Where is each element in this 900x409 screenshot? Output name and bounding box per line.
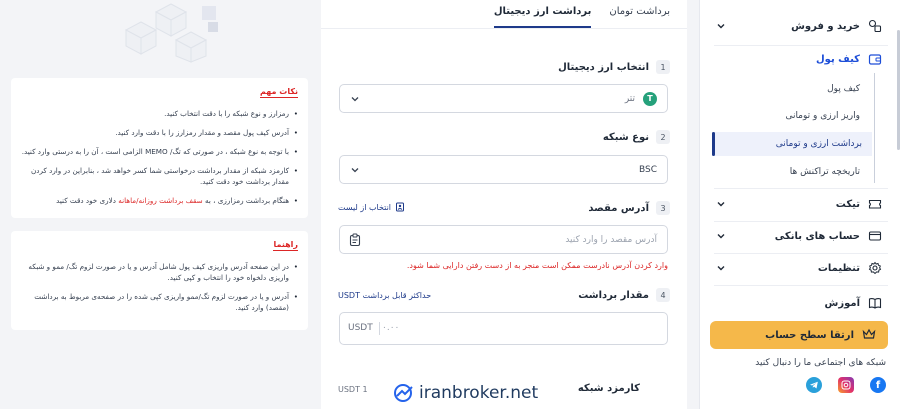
sidebar-item-bank-accounts[interactable]: حساب های بانکی (714, 223, 882, 249)
note-item: آدرس کیف پول مقصد و مقدار رمزارز را با د… (21, 127, 298, 138)
withdraw-form: برداشت تومان برداشت ارز دیجیتال 1 انتخاب… (321, 0, 687, 409)
network-fee-label: کارمزد شبکه (577, 383, 640, 394)
network-fee-value: USDT 1 (338, 385, 368, 394)
tab-divider (321, 28, 687, 29)
guide-item: آدرس و یا در صورت لزوم تگ/ممو واریزی کپی… (21, 291, 298, 313)
sidebar-divider (714, 188, 888, 189)
withdraw-tabs: برداشت تومان برداشت ارز دیجیتال (493, 0, 670, 28)
exchange-icon (868, 19, 882, 33)
sub-label: کیف پول (827, 84, 860, 94)
step-number: 2 (656, 130, 670, 144)
select-from-list-label: انتخاب از لیست (338, 202, 392, 212)
sidebar-item-settings[interactable]: تنظیمات (714, 255, 882, 281)
step-label: مقدار برداشت (578, 289, 649, 301)
step-destination-address: 3 آدرس مقصد (588, 201, 670, 215)
crown-icon (862, 327, 876, 344)
sidebar-item-wallet[interactable]: کیف پول (714, 46, 882, 72)
sidebar-sub-history[interactable]: تاریخچه تراکنش ها (712, 160, 870, 184)
paste-clipboard-icon[interactable] (348, 233, 362, 247)
social-title: شبکه های اجتماعی ما را دنبال کنید (755, 358, 886, 368)
tether-icon: T (643, 91, 657, 106)
note-item: رمزارز و نوع شبکه را با دقت انتخاب کنید. (21, 108, 298, 119)
guide-panel: راهنما در این صفحه آدرس واریزی کیف پول ش… (11, 231, 308, 330)
sub-label: برداشت ارزی و تومانی (775, 139, 862, 149)
chevron-down-icon (714, 19, 728, 33)
guide-title: راهنما (273, 240, 298, 251)
sidebar-divider (714, 253, 888, 254)
tab-withdraw-toman[interactable]: برداشت تومان (609, 0, 670, 28)
destination-address-input[interactable]: آدرس مقصد را وارد کنید (339, 225, 668, 254)
note-item: با توجه به نوع شبکه ، در صورتی که تگ/ ME… (21, 146, 298, 157)
sidebar-sub-wallet[interactable]: کیف پول (712, 77, 870, 101)
sidebar-item-ticket[interactable]: تیکت (714, 191, 882, 217)
bank-card-icon (868, 229, 882, 243)
sidebar-item-buy-sell[interactable]: خرید و فروش (714, 13, 882, 39)
chevron-down-icon (714, 229, 728, 243)
withdraw-amount-input[interactable]: ۰.۰۰ USDT (339, 312, 668, 345)
step-label: انتخاب ارز دیجیتال (558, 61, 649, 73)
watermark-text: iranbroker.net (419, 383, 539, 403)
telegram-icon[interactable] (806, 377, 822, 393)
upgrade-label: ارتقا سطح حساب (765, 329, 854, 341)
important-notes-panel: نکات مهم رمزارز و نوع شبکه را با دقت انت… (11, 78, 308, 218)
note-item: کارمزد شبکه از مقدار برداشت درخواستی شما… (21, 165, 298, 187)
sidebar-divider (714, 285, 888, 286)
trend-logo-icon (394, 384, 413, 402)
address-placeholder: آدرس مقصد را وارد کنید (565, 234, 657, 245)
step-label: آدرس مقصد (588, 202, 649, 214)
sidebar-item-label: حساب های بانکی (774, 230, 860, 242)
instagram-icon[interactable] (838, 377, 854, 393)
network-select[interactable]: BSC (339, 155, 668, 184)
address-book-icon (396, 202, 405, 212)
wallet-icon (868, 52, 882, 66)
sidebar-sub-deposit[interactable]: واریز ارزی و تومانی (712, 104, 870, 128)
address-warning: وارد کردن آدرس نادرست ممکن است منجر به ا… (406, 261, 668, 270)
note-text: دلاری خود دقت کنید (56, 196, 116, 205)
sidebar-item-label: کیف پول (816, 53, 860, 65)
note-item: هنگام برداشت رمزارزی ، به سقف برداشت روز… (21, 195, 298, 206)
step-number: 4 (656, 288, 670, 302)
social-links: f (806, 377, 886, 393)
guide-item: در این صفحه آدرس واریزی کیف پول شامل آدر… (21, 261, 298, 283)
select-from-list-link[interactable]: انتخاب از لیست (338, 202, 405, 212)
network-value: BSC (638, 164, 657, 175)
sidebar-item-label: تیکت (835, 198, 860, 210)
step-number: 3 (656, 201, 670, 215)
max-withdrawable-link[interactable]: حداکثر قابل برداشت USDT (338, 291, 431, 300)
sidebar: خرید و فروش کیف پول کیف پول واریز ارزی و… (699, 0, 900, 409)
sidebar-item-label: آموزش (824, 297, 860, 309)
sidebar-item-label: تنظیمات (817, 262, 860, 274)
sub-label: تاریخچه تراکنش ها (789, 167, 860, 177)
note-text: هنگام برداشت رمزارزی ، به (205, 196, 289, 205)
currency-value: تتر (624, 93, 635, 104)
sidebar-item-label: خرید و فروش (791, 20, 860, 32)
chevron-down-icon (714, 261, 728, 275)
step-network-type: 2 نوع شبکه (603, 130, 670, 144)
cubes-illustration (124, 3, 218, 63)
facebook-icon[interactable]: f (870, 377, 886, 393)
chevron-down-icon (714, 197, 728, 211)
chevron-down-icon (351, 97, 359, 102)
sub-label: واریز ارزی و تومانی (785, 111, 860, 121)
sidebar-sub-withdraw[interactable]: برداشت ارزی و تومانی (712, 132, 872, 156)
currency-select[interactable]: T تتر (339, 84, 668, 113)
watermark: iranbroker.net (393, 383, 538, 403)
book-icon (868, 296, 882, 310)
ticket-icon (868, 197, 882, 211)
daily-limit-link[interactable]: سقف برداشت روزانه/ماهانه (118, 196, 202, 205)
tab-withdraw-crypto[interactable]: برداشت ارز دیجیتال (493, 0, 592, 28)
amount-placeholder: ۰.۰۰ (382, 323, 400, 333)
sidebar-divider (714, 221, 888, 222)
step-number: 1 (656, 60, 670, 74)
step-select-currency: 1 انتخاب ارز دیجیتال (558, 60, 670, 74)
upgrade-account-button[interactable]: ارتقا سطح حساب (710, 321, 888, 349)
submenu-tree-line (874, 73, 875, 183)
sidebar-item-education[interactable]: آموزش (714, 290, 882, 316)
amount-unit: USDT (348, 322, 380, 335)
gear-icon (868, 261, 882, 275)
step-label: نوع شبکه (602, 131, 649, 143)
notes-title: نکات مهم (260, 87, 298, 98)
chevron-down-icon (351, 168, 359, 173)
step-withdraw-amount: 4 مقدار برداشت (578, 288, 670, 302)
